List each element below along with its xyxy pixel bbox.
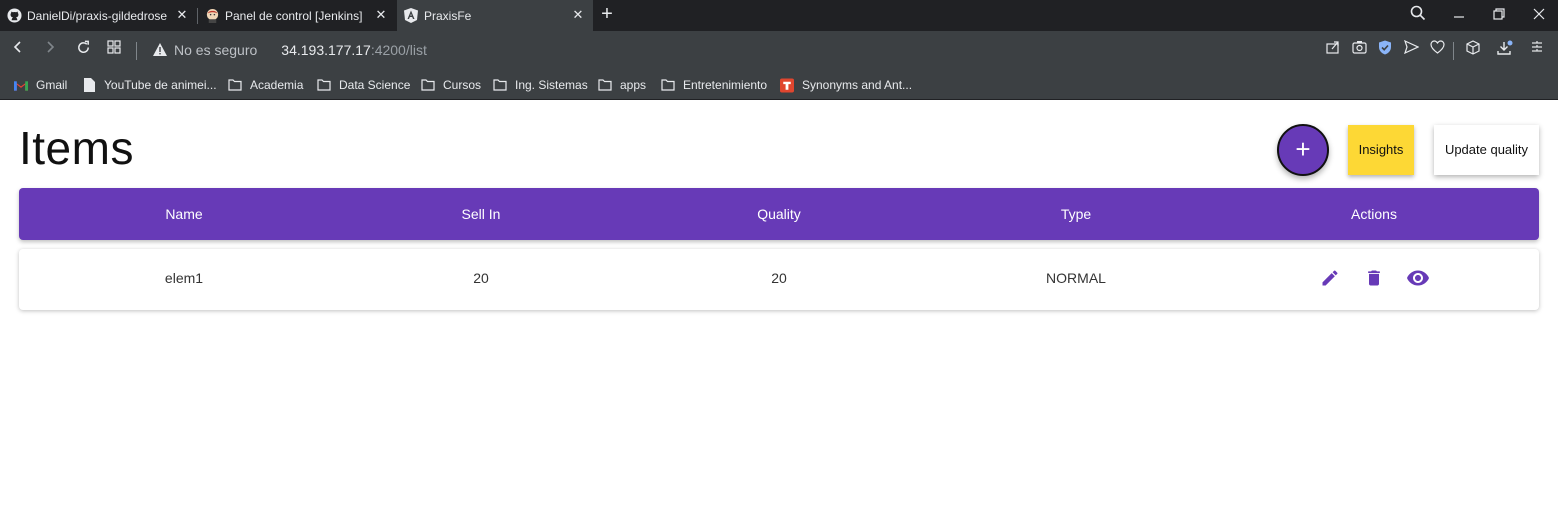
bookmark-entretenimiento[interactable]: Entretenimiento	[661, 75, 767, 95]
share-icon[interactable]	[1323, 40, 1343, 60]
table-row: elem1 20 20 NORMAL	[19, 249, 1539, 310]
bookmark-label: apps	[620, 78, 647, 92]
thesaurus-icon	[780, 78, 794, 92]
close-tab-icon[interactable]: ✕	[374, 8, 388, 22]
folder-icon	[421, 78, 435, 92]
bookmark-cursos[interactable]: Cursos	[421, 75, 481, 95]
bookmark-data-science[interactable]: Data Science	[317, 75, 410, 95]
column-header-sell-in: Sell In	[461, 206, 501, 222]
toolbar-divider	[1453, 42, 1454, 60]
folder-icon	[228, 78, 242, 92]
tab-title: PraxisFe	[424, 8, 472, 23]
download-icon[interactable]	[1495, 40, 1515, 60]
bookmark-label: Entretenimiento	[683, 78, 768, 92]
cell-quality: 20	[771, 270, 787, 286]
bookmark-label: YouTube de animei...	[104, 78, 217, 92]
security-status: No es seguro	[174, 42, 258, 58]
cell-type: NORMAL	[1046, 270, 1106, 286]
tab-github[interactable]: DanielDi/praxis-gildedrose ✕	[0, 0, 197, 31]
bookmark-label: Academia	[250, 78, 304, 92]
page-icon	[82, 78, 96, 92]
bookmark-label: Ing. Sistemas	[515, 78, 588, 92]
browser-toolbar: No es seguro 34.193.177.17 :4200/list	[0, 31, 1558, 70]
forward-icon[interactable]	[40, 40, 60, 60]
page-title: Items	[19, 122, 134, 174]
heart-icon[interactable]	[1427, 40, 1447, 60]
bookmark-gmail[interactable]: Gmail	[14, 75, 67, 95]
folder-icon	[598, 78, 612, 92]
edit-icon[interactable]	[1317, 265, 1343, 291]
column-header-name: Name	[165, 206, 203, 222]
camera-icon[interactable]	[1349, 40, 1369, 60]
warning-icon	[152, 42, 168, 58]
cell-sell-in: 20	[473, 270, 489, 286]
cube-icon[interactable]	[1463, 40, 1483, 60]
tab-grid-icon[interactable]	[104, 40, 124, 60]
back-icon[interactable]	[8, 40, 28, 60]
gmail-icon	[14, 78, 28, 92]
bookmark-youtube-animei[interactable]: YouTube de animei...	[82, 75, 217, 95]
tab-jenkins[interactable]: Panel de control [Jenkins] ✕	[198, 0, 396, 31]
view-icon[interactable]	[1405, 265, 1431, 291]
cell-name: elem1	[164, 270, 204, 286]
close-tab-icon[interactable]: ✕	[571, 8, 585, 22]
update-quality-button[interactable]: Update quality	[1434, 125, 1539, 175]
column-header-type: Type	[1060, 206, 1092, 222]
tab-title: DanielDi/praxis-gildedrose	[27, 8, 168, 23]
url-path: :4200/list	[370, 42, 427, 58]
insights-button[interactable]: Insights	[1348, 125, 1414, 175]
search-tabs-icon[interactable]	[1407, 5, 1429, 25]
browser-tab-bar: DanielDi/praxis-gildedrose ✕ Panel de co…	[0, 0, 1558, 31]
bookmarks-bar: Gmail YouTube de animei... Academia Data…	[0, 70, 1558, 100]
reload-icon[interactable]	[73, 40, 93, 60]
folder-icon	[317, 78, 331, 92]
jenkins-icon	[204, 8, 220, 24]
bookmark-label: Synonyms and Ant...	[802, 78, 913, 92]
folder-icon	[493, 78, 507, 92]
tab-praxisfe[interactable]: PraxisFe ✕	[397, 0, 593, 31]
send-icon[interactable]	[1401, 39, 1421, 60]
github-icon	[6, 8, 22, 24]
angular-icon	[403, 8, 419, 24]
bookmark-synonyms[interactable]: Synonyms and Ant...	[780, 75, 912, 95]
close-window-icon[interactable]	[1528, 5, 1550, 25]
add-item-button[interactable]: +	[1277, 124, 1329, 176]
delete-icon[interactable]	[1361, 265, 1387, 291]
column-header-quality: Quality	[757, 206, 801, 222]
url-host: 34.193.177.17	[281, 42, 371, 58]
bookmark-label: Data Science	[339, 78, 411, 92]
menu-icon[interactable]	[1527, 40, 1547, 60]
minimize-icon[interactable]	[1448, 5, 1470, 25]
bookmark-ing-sistemas[interactable]: Ing. Sistemas	[493, 75, 588, 95]
bookmark-label: Gmail	[36, 78, 68, 92]
address-bar[interactable]: No es seguro 34.193.177.17 :4200/list	[142, 37, 427, 63]
column-header-actions: Actions	[1351, 206, 1397, 222]
close-tab-icon[interactable]: ✕	[175, 8, 189, 22]
new-tab-icon[interactable]: +	[597, 4, 617, 25]
table-header: Name Sell In Quality Type Actions	[19, 188, 1539, 240]
bookmark-apps[interactable]: apps	[598, 75, 646, 95]
shield-icon[interactable]	[1375, 40, 1395, 60]
bookmark-academia[interactable]: Academia	[228, 75, 303, 95]
tab-title: Panel de control [Jenkins]	[225, 8, 363, 23]
folder-icon	[661, 78, 675, 92]
restore-icon[interactable]	[1488, 5, 1510, 25]
toolbar-divider	[136, 42, 137, 60]
bookmark-label: Cursos	[443, 78, 482, 92]
